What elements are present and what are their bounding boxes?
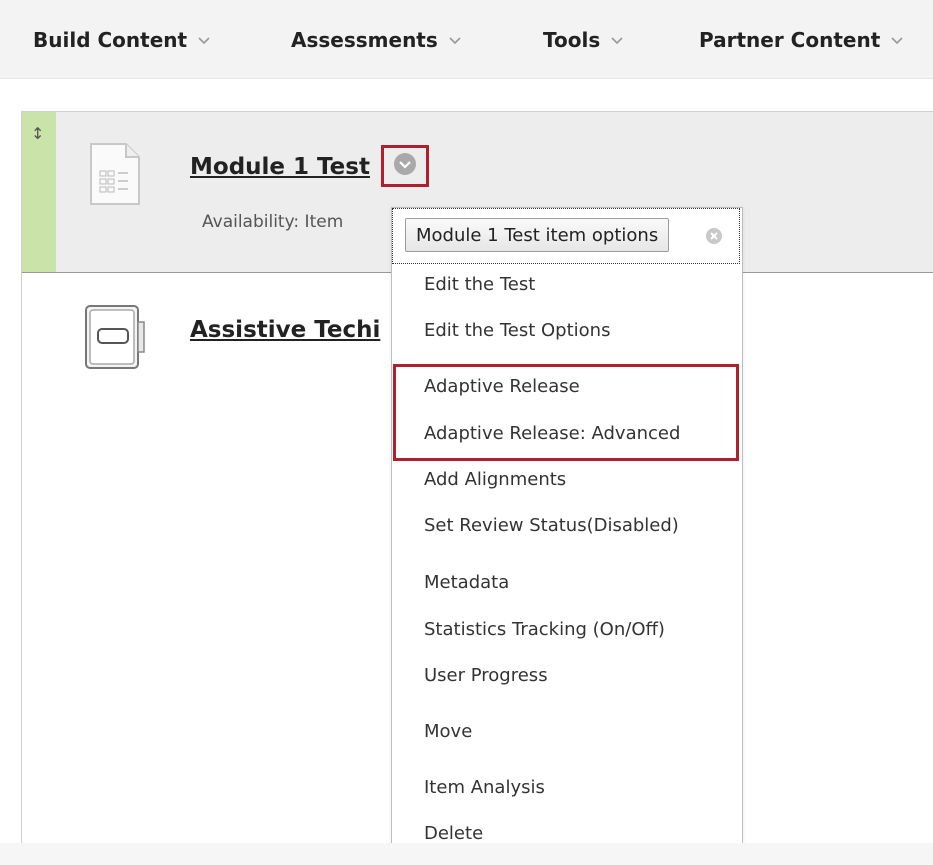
- availability-text: Availability: Item: [202, 212, 344, 232]
- menu-item-move[interactable]: Move: [424, 721, 472, 742]
- chevron-down-icon: [890, 33, 904, 47]
- chevron-down-icon: [610, 33, 624, 47]
- assessments-menu[interactable]: Assessments: [291, 28, 462, 52]
- bottom-strip: [0, 843, 933, 865]
- test-document-icon: [88, 141, 142, 211]
- menu-item-delete[interactable]: Delete: [424, 823, 483, 844]
- partner-content-menu[interactable]: Partner Content: [699, 28, 904, 52]
- chevron-circle-icon: [393, 152, 417, 180]
- menu-item-set-review-status[interactable]: Set Review Status(Disabled): [424, 515, 679, 536]
- chevron-down-icon: [448, 33, 462, 47]
- build-content-label: Build Content: [33, 28, 188, 52]
- notebook-icon: [82, 302, 148, 376]
- menu-item-statistics-tracking[interactable]: Statistics Tracking (On/Off): [424, 619, 665, 640]
- assessments-label: Assessments: [291, 28, 438, 52]
- tools-menu[interactable]: Tools: [543, 28, 624, 52]
- build-content-menu[interactable]: Build Content: [33, 28, 211, 52]
- drag-arrows-icon: ↕: [31, 124, 45, 143]
- menu-item-edit-test-options[interactable]: Edit the Test Options: [424, 320, 610, 341]
- item-options-button[interactable]: Module 1 Test item options: [405, 218, 670, 252]
- menu-item-item-analysis[interactable]: Item Analysis: [424, 777, 545, 798]
- content-toolbar: Build Content Assessments Tools Partner …: [0, 0, 933, 79]
- drag-handle[interactable]: ↕: [22, 112, 56, 272]
- menu-item-add-alignments[interactable]: Add Alignments: [424, 469, 566, 490]
- chevron-down-icon: [197, 33, 211, 47]
- tools-label: Tools: [543, 28, 601, 52]
- menu-item-metadata[interactable]: Metadata: [424, 572, 509, 593]
- menu-item-adaptive-release[interactable]: Adaptive Release: [424, 376, 580, 397]
- menu-item-user-progress[interactable]: User Progress: [424, 665, 548, 686]
- menu-item-edit-test[interactable]: Edit the Test: [424, 274, 535, 295]
- item-options-menu: Module 1 Test item options Edit the Test…: [391, 207, 743, 863]
- item-options-toggle[interactable]: [381, 145, 429, 187]
- close-circle-icon[interactable]: [705, 227, 723, 245]
- partner-content-label: Partner Content: [699, 28, 881, 52]
- menu-header: Module 1 Test item options: [392, 208, 740, 264]
- item-title-link[interactable]: Assistive Techi: [190, 317, 390, 343]
- item-title-link[interactable]: Module 1 Test: [190, 154, 370, 180]
- menu-item-adaptive-release-advanced[interactable]: Adaptive Release: Advanced: [424, 423, 680, 444]
